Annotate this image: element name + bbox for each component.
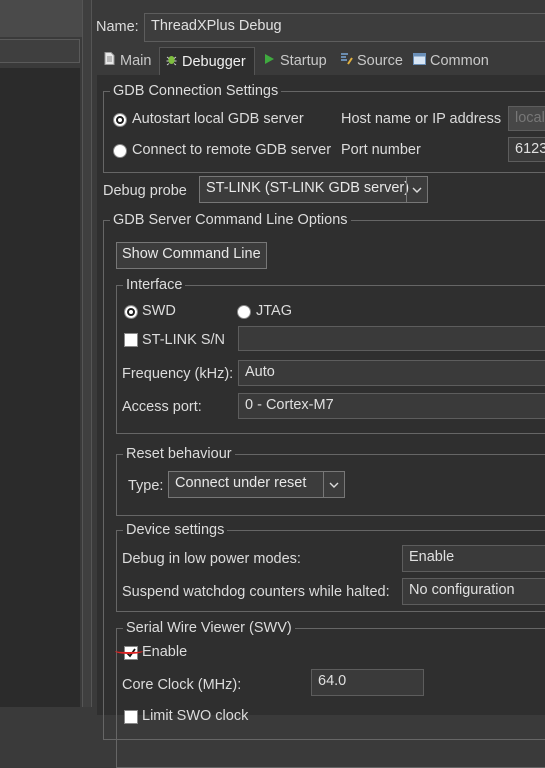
debug-probe-label: Debug probe bbox=[103, 183, 187, 199]
configuration-list[interactable] bbox=[0, 68, 80, 707]
swd-radio[interactable] bbox=[124, 305, 138, 319]
jtag-label: JTAG bbox=[256, 303, 292, 319]
play-icon bbox=[262, 47, 276, 75]
left-pane-header bbox=[0, 0, 82, 37]
port-input[interactable]: 61234 bbox=[508, 137, 545, 162]
reset-title: Reset behaviour bbox=[123, 444, 235, 464]
core-clock-label: Core Clock (MHz): bbox=[122, 677, 242, 693]
debugger-tab-panel: GDB Connection Settings Autostart local … bbox=[97, 75, 545, 768]
low-power-label: Debug in low power modes: bbox=[122, 551, 301, 567]
watchdog-select[interactable]: No configuration bbox=[402, 578, 545, 605]
remote-label: Connect to remote GDB server bbox=[132, 142, 332, 158]
bug-icon bbox=[164, 48, 178, 76]
gdb-server-options-title: GDB Server Command Line Options bbox=[110, 210, 351, 230]
host-input[interactable]: localhost bbox=[508, 106, 545, 131]
low-power-select[interactable]: Enable bbox=[402, 545, 545, 572]
device-settings-group: Device settings Debug in low power modes… bbox=[116, 520, 545, 612]
autostart-label: Autostart local GDB server bbox=[132, 111, 304, 127]
stlink-sn-checkbox[interactable] bbox=[124, 333, 138, 347]
tab-main[interactable]: Main bbox=[102, 47, 151, 75]
limit-swo-label: Limit SWO clock bbox=[142, 708, 249, 724]
device-settings-title: Device settings bbox=[123, 520, 228, 540]
watchdog-label: Suspend watchdog counters while halted: bbox=[122, 584, 390, 600]
tab-startup[interactable]: Startup bbox=[262, 47, 327, 75]
stlink-sn-label: ST-LINK S/N bbox=[142, 332, 225, 348]
frequency-label: Frequency (kHz): bbox=[122, 366, 234, 382]
tab-source[interactable]: Source bbox=[339, 47, 403, 75]
frequency-select[interactable]: Auto bbox=[238, 360, 545, 386]
swd-label: SWD bbox=[142, 303, 176, 319]
reset-type-label: Type: bbox=[128, 478, 164, 494]
common-icon bbox=[412, 47, 426, 75]
debug-probe-select[interactable]: ST-LINK (ST-LINK GDB server) bbox=[199, 176, 428, 203]
host-label: Host name or IP address bbox=[341, 111, 502, 127]
gdb-server-options-group: GDB Server Command Line Options Show Com… bbox=[103, 210, 545, 768]
show-command-line-button[interactable]: Show Command Line bbox=[116, 242, 267, 269]
access-port-select[interactable]: 0 - Cortex-M7 bbox=[238, 393, 545, 419]
autostart-radio[interactable] bbox=[113, 113, 127, 127]
gdb-connection-title: GDB Connection Settings bbox=[110, 81, 282, 101]
document-icon bbox=[102, 47, 116, 75]
pane-splitter[interactable] bbox=[82, 0, 92, 707]
reset-group: Reset behaviour Type: Connect under rese… bbox=[116, 444, 545, 516]
chevron-down-icon bbox=[323, 472, 344, 497]
source-icon bbox=[339, 47, 353, 75]
filter-input[interactable] bbox=[0, 39, 80, 63]
interface-group: Interface SWD JTAG ST-LINK S/N Frequency… bbox=[116, 275, 545, 434]
swv-enable-label: Enable bbox=[142, 644, 188, 660]
remote-radio[interactable] bbox=[113, 144, 127, 158]
interface-title: Interface bbox=[123, 275, 186, 295]
name-field[interactable]: ThreadXPlus Debug bbox=[144, 13, 545, 42]
swv-group: Serial Wire Viewer (SWV) Enable Core Clo… bbox=[116, 618, 545, 768]
limit-swo-checkbox[interactable] bbox=[124, 710, 138, 724]
swv-title: Serial Wire Viewer (SWV) bbox=[123, 618, 295, 638]
port-label: Port number bbox=[341, 142, 421, 158]
reset-type-select[interactable]: Connect under reset bbox=[168, 471, 345, 498]
chevron-down-icon bbox=[406, 177, 427, 202]
jtag-radio[interactable] bbox=[237, 305, 251, 319]
access-port-label: Access port: bbox=[122, 399, 202, 415]
name-label: Name: bbox=[96, 19, 139, 35]
gdb-connection-group: GDB Connection Settings Autostart local … bbox=[103, 81, 545, 173]
tab-debugger[interactable]: Debugger bbox=[159, 47, 255, 75]
stlink-sn-input[interactable] bbox=[238, 326, 545, 351]
tab-bar: Main Debugger Startup Source Common bbox=[97, 47, 545, 75]
red-annotation-mark bbox=[115, 648, 143, 654]
tab-common[interactable]: Common bbox=[412, 47, 489, 75]
core-clock-input[interactable]: 64.0 bbox=[311, 669, 424, 696]
